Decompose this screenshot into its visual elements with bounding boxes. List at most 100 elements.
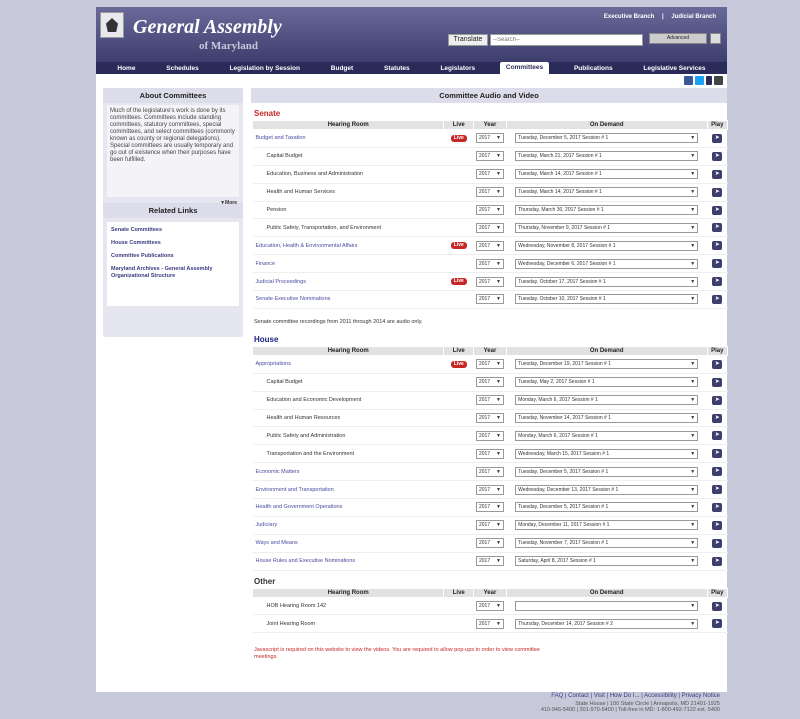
play-arrow-icon[interactable]: ➤: [712, 277, 723, 287]
more-link[interactable]: ▼More: [220, 200, 237, 206]
live-badge[interactable]: Live: [450, 242, 467, 250]
play-arrow-icon[interactable]: ➤: [712, 413, 723, 423]
year-select[interactable]: 2017 ▼: [475, 187, 504, 198]
play-arrow-icon[interactable]: ➤: [712, 187, 723, 197]
play-arrow-icon[interactable]: ➤: [712, 520, 723, 530]
year-select[interactable]: 2017 ▼: [475, 618, 504, 629]
play-arrow-icon[interactable]: ➤: [712, 223, 723, 233]
year-select[interactable]: 2017 ▼: [475, 556, 504, 567]
nav-schedules[interactable]: Schedules: [160, 64, 205, 73]
play-arrow-icon[interactable]: ➤: [712, 395, 723, 405]
senate-committees-link[interactable]: Senate Committees: [111, 227, 235, 234]
on-demand-select[interactable]: Tuesday, March 14, 2017 Session # 1 ▼: [515, 169, 699, 180]
hearing-room-name[interactable]: Economic Matters: [252, 462, 444, 482]
play-arrow-icon[interactable]: ➤: [712, 294, 723, 304]
hearing-room-name[interactable]: Environment and Transportation: [252, 480, 444, 500]
play-arrow-icon[interactable]: ➤: [712, 205, 723, 215]
on-demand-select[interactable]: Tuesday, December 5, 2017 Session # 1 ▼: [515, 466, 699, 477]
house-committees-link[interactable]: House Committees: [111, 240, 235, 247]
on-demand-select[interactable]: Wednesday, March 15, 2017 Session # 1 ▼: [515, 448, 699, 459]
play-arrow-icon[interactable]: ➤: [712, 449, 723, 459]
year-select[interactable]: 2017 ▼: [475, 520, 504, 531]
print-icon[interactable]: [710, 33, 721, 44]
play-arrow-icon[interactable]: ➤: [712, 169, 723, 179]
play-arrow-icon[interactable]: ➤: [712, 241, 723, 251]
on-demand-select[interactable]: Saturday, April 8, 2017 Session # 1 ▼: [515, 556, 699, 567]
nav-home[interactable]: Home: [111, 64, 141, 73]
on-demand-select[interactable]: Tuesday, October 10, 2017 Session # 1 ▼: [515, 294, 699, 305]
on-demand-select[interactable]: Wednesday, November 8, 2017 Session # 1 ▼: [515, 240, 699, 251]
nav-statutes[interactable]: Statutes: [378, 64, 416, 73]
year-select[interactable]: 2017 ▼: [475, 258, 504, 269]
year-select[interactable]: 2017 ▼: [475, 395, 504, 406]
play-arrow-icon[interactable]: ➤: [712, 431, 723, 441]
on-demand-select[interactable]: Thursday, December 14, 2017 Session # 2 ▼: [515, 618, 699, 629]
nav-budget[interactable]: Budget: [325, 64, 359, 73]
twitter-icon[interactable]: [695, 76, 704, 85]
year-select[interactable]: 2017 ▼: [475, 276, 504, 287]
year-select[interactable]: 2017 ▼: [475, 294, 504, 305]
on-demand-select[interactable]: Tuesday, May 2, 2017 Session # 1 ▼: [515, 377, 699, 388]
live-badge[interactable]: Live: [450, 278, 467, 286]
play-arrow-icon[interactable]: ➤: [712, 556, 723, 566]
on-demand-select[interactable]: Tuesday, October 17, 2017 Session # 1 ▼: [515, 276, 699, 287]
judicial-branch-link[interactable]: Judicial Branch: [671, 14, 716, 20]
hearing-room-name[interactable]: Senate Executive Nominations: [252, 290, 444, 309]
on-demand-select[interactable]: Tuesday, November 7, 2017 Session # 1 ▼: [515, 538, 699, 549]
year-select[interactable]: 2017 ▼: [475, 484, 504, 495]
footer-links[interactable]: FAQ | Contact | Visit | How Do I... | Ac…: [541, 693, 720, 700]
hearing-room-name[interactable]: Health and Government Operations: [252, 498, 444, 517]
live-badge[interactable]: Live: [450, 134, 467, 142]
year-select[interactable]: 2017 ▼: [475, 466, 504, 477]
on-demand-select[interactable]: Tuesday, March 14, 2017 Session # 1 ▼: [515, 187, 699, 198]
on-demand-select[interactable]: Wednesday, December 6, 2017 Session # 1 ▼: [515, 258, 699, 269]
hearing-room-name[interactable]: Judicial Proceedings: [252, 272, 444, 292]
nav-committees[interactable]: Committees: [499, 62, 550, 74]
on-demand-select[interactable]: Monday, December 11, 2017 Session # 1 ▼: [515, 520, 699, 531]
advanced-search-button[interactable]: Advanced: [649, 33, 707, 44]
play-arrow-icon[interactable]: ➤: [712, 133, 723, 143]
facebook-icon[interactable]: [684, 76, 693, 85]
year-select[interactable]: 2017 ▼: [475, 502, 504, 513]
hearing-room-name[interactable]: Appropriations: [252, 355, 444, 374]
year-select[interactable]: 2017 ▼: [475, 133, 504, 144]
year-select[interactable]: 2017 ▼: [475, 430, 504, 441]
play-arrow-icon[interactable]: ➤: [712, 151, 723, 161]
on-demand-select[interactable]: Wednesday, December 13, 2017 Session # 1…: [515, 484, 699, 495]
on-demand-select[interactable]: ▼: [515, 601, 699, 612]
committee-publications-link[interactable]: Committee Publications: [111, 253, 235, 260]
year-select[interactable]: 2017 ▼: [475, 222, 504, 233]
site-title[interactable]: General Assembly: [133, 16, 282, 39]
year-select[interactable]: 2017 ▼: [475, 448, 504, 459]
play-arrow-icon[interactable]: ➤: [712, 601, 723, 611]
translate-button[interactable]: Translate: [448, 34, 488, 46]
play-arrow-icon[interactable]: ➤: [712, 538, 723, 548]
year-select[interactable]: 2017 ▼: [475, 377, 504, 388]
hearing-room-name[interactable]: Ways and Means: [252, 534, 444, 553]
nav-publications[interactable]: Publications: [568, 64, 619, 73]
year-select[interactable]: 2017 ▼: [475, 169, 504, 180]
year-select[interactable]: 2017 ▼: [475, 413, 504, 424]
nav-legislation[interactable]: Legislation by Session: [224, 64, 306, 73]
year-select[interactable]: 2017 ▼: [475, 359, 504, 370]
executive-branch-link[interactable]: Executive Branch: [604, 14, 654, 20]
play-arrow-icon[interactable]: ➤: [712, 502, 723, 512]
on-demand-select[interactable]: Thursday, November 9, 2017 Session # 1 ▼: [515, 222, 699, 233]
year-select[interactable]: 2017 ▼: [475, 151, 504, 162]
hearing-room-name[interactable]: House Rules and Executive Nominations: [252, 552, 444, 571]
on-demand-select[interactable]: Thursday, March 30, 2017 Session # 1 ▼: [515, 205, 699, 215]
on-demand-select[interactable]: Monday, March 6, 2017 Session # 1 ▼: [515, 395, 699, 406]
on-demand-select[interactable]: Tuesday, November 14, 2017 Session # 1 ▼: [515, 413, 699, 424]
year-select[interactable]: 2017 ▼: [475, 240, 504, 251]
year-select[interactable]: 2017 ▼: [475, 538, 504, 549]
on-demand-select[interactable]: Tuesday, March 21, 2017 Session # 1 ▼: [515, 151, 699, 162]
play-arrow-icon[interactable]: ➤: [712, 467, 723, 477]
download-icon[interactable]: [706, 76, 712, 85]
play-arrow-icon[interactable]: ➤: [712, 619, 723, 629]
search-input[interactable]: [490, 34, 643, 46]
hearing-room-name[interactable]: Budget and Taxation: [252, 129, 444, 148]
on-demand-select[interactable]: Tuesday, December 5, 2017 Session # 1 ▼: [515, 502, 699, 513]
year-select[interactable]: 2017 ▼: [475, 205, 504, 215]
on-demand-select[interactable]: Tuesday, December 19, 2017 Session # 1 ▼: [515, 359, 699, 370]
nav-legislators[interactable]: Legislators: [434, 64, 481, 73]
